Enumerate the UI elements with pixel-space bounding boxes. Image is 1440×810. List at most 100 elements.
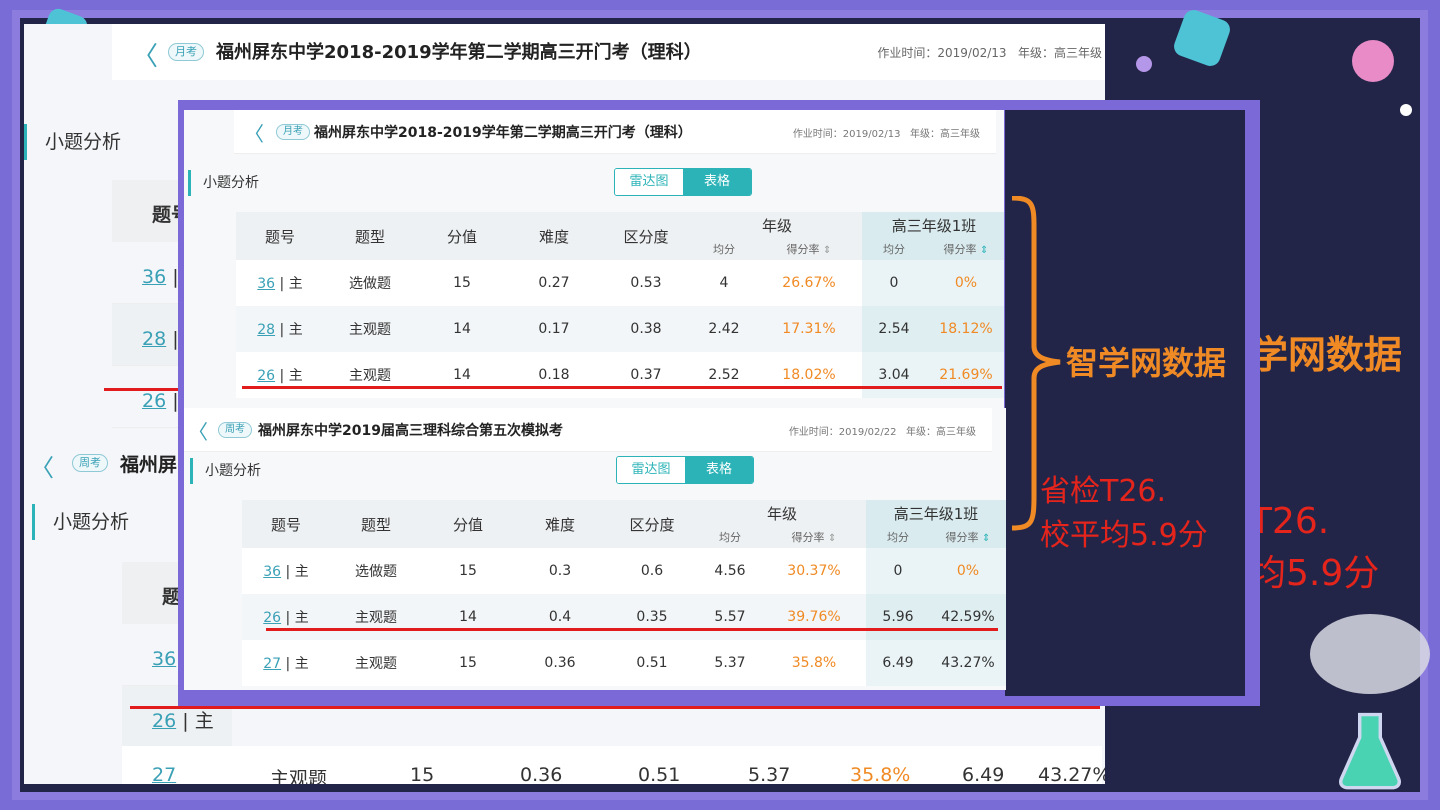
table-row: 36 | 主 选做题 15 0.27 0.53 4 26.67% 0 0% — [236, 260, 1004, 306]
cell-class-rate: 18.12% — [926, 306, 1004, 352]
cell-type: 主观题 — [355, 656, 397, 672]
exam-time: 作业时间：2019/02/22 — [788, 427, 897, 438]
question-kind: 主 — [288, 368, 303, 384]
radar-view-tab[interactable]: 雷达图 — [615, 169, 683, 195]
cell-grade-rate: 35.8% — [791, 655, 837, 671]
cell-class-rate: 0% — [926, 260, 1004, 306]
column-header-type: 题型 — [324, 212, 416, 260]
column-group-grade: 年级 — [698, 500, 866, 526]
question-link[interactable]: 26 — [257, 368, 275, 384]
separator: | — [285, 656, 291, 672]
question-link[interactable]: 27 — [263, 656, 281, 672]
highlight-underline — [130, 706, 1100, 709]
cell-qno: 26 | 主 — [236, 352, 324, 398]
note-text: 省检T26. 校平均5.9分 — [1040, 470, 1208, 558]
question-link[interactable]: 27 — [152, 764, 176, 784]
cell-difficulty: 0.3 — [548, 563, 572, 579]
cell-grade-avg: 2.42 — [692, 306, 756, 352]
table-row: 27 | 主 主观题 15 0.36 0.51 5.37 35.8% 6.49 … — [122, 746, 1105, 784]
column-group-class: 高三年级1班 — [862, 212, 1004, 238]
column-group-grade: 年级 — [692, 212, 862, 238]
table-view-tab[interactable]: 表格 — [685, 457, 753, 483]
question-link[interactable]: 26 — [263, 610, 281, 626]
back-icon[interactable]: 〈 — [30, 448, 54, 483]
table-view-tab[interactable]: 表格 — [683, 169, 751, 195]
question-link[interactable]: 28 — [257, 322, 275, 338]
cell-discrimination: 0.51 — [636, 655, 668, 671]
cell-score: 14 — [422, 594, 514, 640]
sort-icon[interactable]: ⇕ — [828, 533, 836, 544]
question-link[interactable]: 36 — [257, 276, 275, 292]
cell-type: 选做题 — [355, 564, 397, 580]
sort-icon[interactable]: ⇕ — [982, 533, 990, 544]
bg-note-line: T26. — [1250, 501, 1330, 542]
cell-qno: 28 | 主 — [236, 306, 324, 352]
decor-dot — [1136, 56, 1152, 72]
question-kind: 主 — [194, 710, 214, 732]
sort-icon[interactable]: ⇕ — [823, 245, 831, 256]
cell-class-avg: 5.96 — [866, 594, 930, 640]
germ-icon — [1352, 40, 1394, 82]
exam-grade: 年级：高三年级 — [1017, 46, 1102, 60]
cell-qno: 27 | 主 — [242, 640, 330, 686]
view-toggle: 雷达图 表格 — [614, 168, 752, 196]
question-analysis-table: 题号 题型 分值 难度 区分度 年级 高三年级1班 均分 得分率 ⇕ 均分 得分… — [236, 212, 1004, 398]
cell-grade-rate: 17.31% — [756, 306, 862, 352]
cell-score: 15 — [410, 764, 435, 784]
column-header-qno: 题号 — [236, 212, 324, 260]
question-link[interactable]: 36 — [142, 266, 166, 288]
exam-type-badge: 周考 — [72, 454, 108, 472]
exam-title: 福州屏东中学2018-2019学年第二学期高三开门考（理科） — [216, 42, 702, 63]
highlight-underline — [242, 386, 1002, 389]
question-link[interactable]: 26 — [152, 710, 176, 732]
column-header-type: 题型 — [330, 500, 422, 548]
back-icon[interactable]: 〈 — [188, 416, 208, 445]
bg-note-line: 均5.9分 — [1250, 553, 1380, 594]
cell-class-avg: 2.54 — [862, 306, 926, 352]
column-header-class-rate[interactable]: 得分率 ⇕ — [930, 526, 1006, 548]
cell-class-rate: 0% — [930, 548, 1006, 594]
header-label: 得分率 — [786, 243, 820, 256]
column-header-score: 分值 — [416, 212, 508, 260]
sort-icon[interactable]: ⇕ — [980, 245, 988, 256]
table-row: 36 | 主 选做题 15 0.3 0.6 4.56 30.37% 0 0% — [242, 548, 1006, 594]
question-link[interactable]: 36 — [263, 564, 281, 580]
decor-dot — [1400, 104, 1412, 116]
screenshot-exam2: 〈 周考 福州屏东中学2019届高三理科综合第五次模拟考 作业时间：2019/0… — [184, 408, 1006, 690]
cell-type: 主观题 — [349, 368, 391, 384]
column-header-class-rate[interactable]: 得分率 ⇕ — [926, 238, 1004, 260]
column-header-class-avg: 均分 — [862, 238, 926, 260]
cell-discrimination: 0.37 — [630, 367, 662, 383]
cell-discrimination: 0.53 — [630, 275, 662, 291]
cell-grade-rate: 18.02% — [782, 367, 836, 383]
exam-type-badge: 周考 — [218, 422, 252, 438]
cell-qno: 36 | 主 — [236, 260, 324, 306]
cell-qno: 26 | 主 — [242, 594, 330, 640]
radar-view-tab[interactable]: 雷达图 — [617, 457, 685, 483]
exam-title: 福州屏东中学2019届高三理科综合第五次模拟考 — [258, 423, 563, 439]
cell-class-rate: 43.27% — [930, 640, 1006, 686]
question-link[interactable]: 28 — [142, 328, 166, 350]
exam-type-badge: 月考 — [276, 124, 310, 140]
exam-meta: 作业时间：2019/02/13 年级：高三年级 — [793, 125, 980, 140]
column-header-grade-rate[interactable]: 得分率 ⇕ — [762, 526, 866, 548]
header-label: 得分率 — [791, 531, 825, 544]
question-link[interactable]: 36 — [152, 648, 176, 670]
back-icon[interactable]: 〈 — [132, 36, 158, 73]
cell-discrimination: 0.6 — [640, 563, 664, 579]
exam-meta: 作业时间：2019/02/13 年级：高三年级 — [877, 44, 1102, 61]
question-kind: 主 — [176, 782, 195, 784]
separator: | — [279, 322, 285, 338]
cell-class-avg: 0 — [862, 260, 926, 306]
exam-meta: 作业时间：2019/02/22 年级：高三年级 — [789, 423, 976, 438]
question-link[interactable]: 26 — [142, 390, 166, 412]
column-header-grade-rate[interactable]: 得分率 ⇕ — [756, 238, 862, 260]
section-title: 小题分析 — [188, 170, 259, 196]
exam-grade: 年级：高三年级 — [910, 129, 980, 140]
separator: | — [279, 368, 285, 384]
back-icon[interactable]: 〈 — [244, 118, 264, 147]
column-header-grade-avg: 均分 — [698, 526, 762, 548]
cell-type: 选做题 — [349, 276, 391, 292]
cell-grade-avg: 5.57 — [698, 594, 762, 640]
bg-exam-header: 〈 月考 福州屏东中学2018-2019学年第二学期高三开门考（理科） 作业时间… — [112, 24, 1105, 80]
